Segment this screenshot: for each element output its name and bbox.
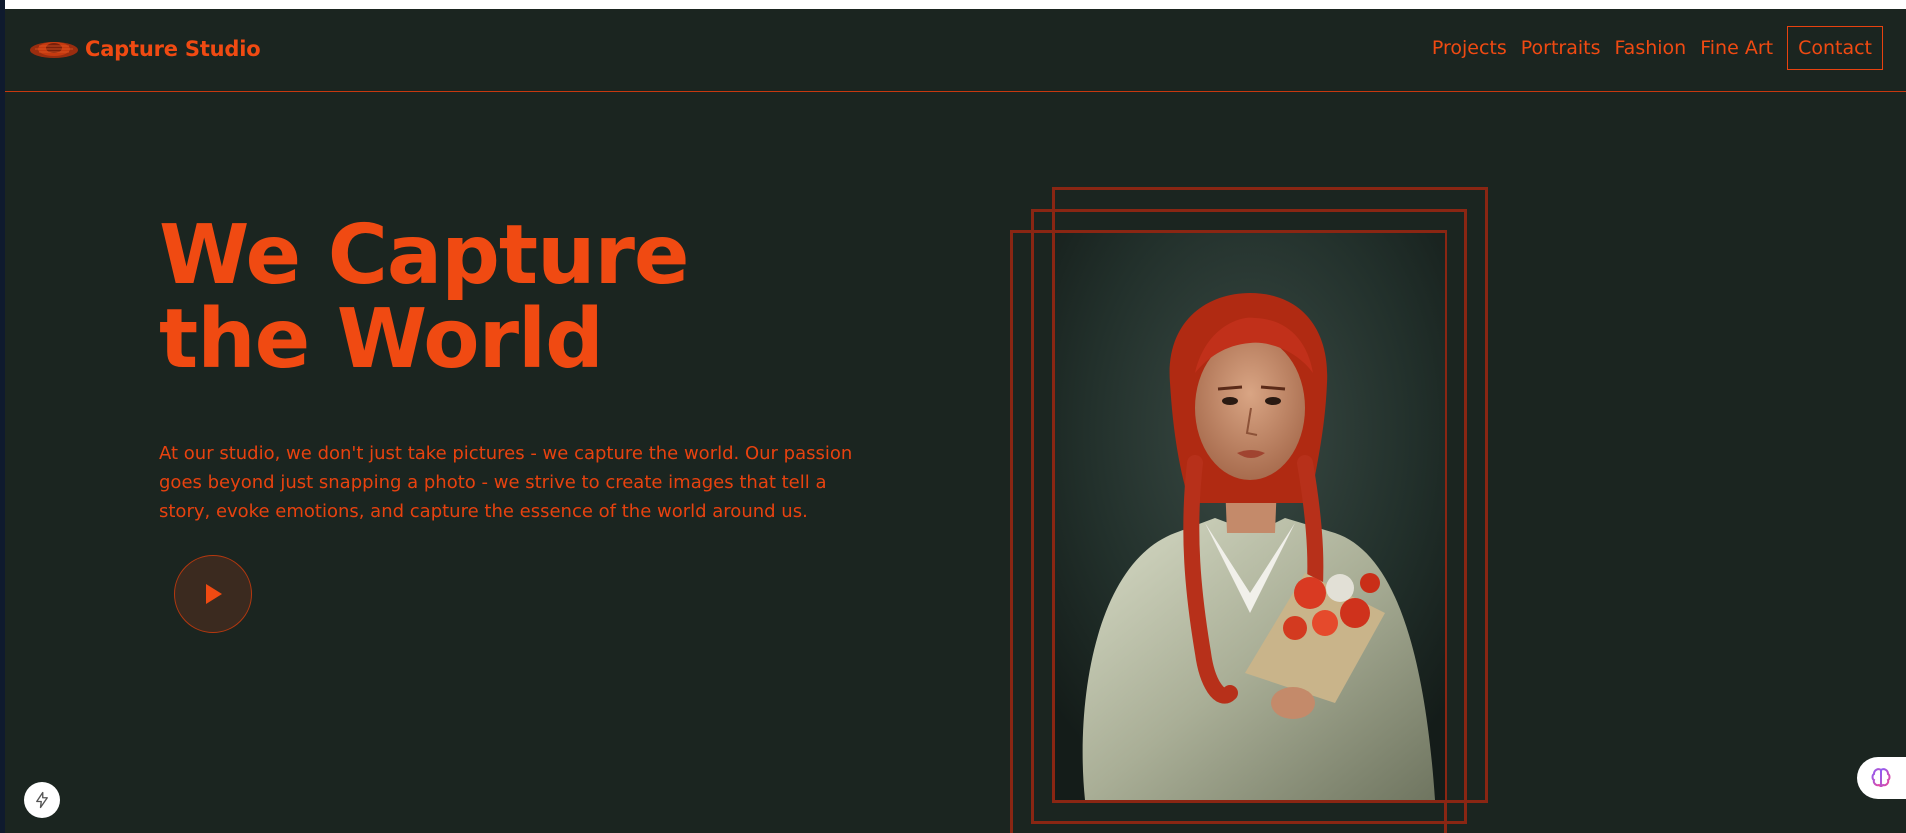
brand-name: Capture Studio: [85, 37, 261, 61]
hero-title: We Capture the World: [159, 208, 690, 387]
site-header: Capture Studio Projects Portraits Fashio…: [5, 9, 1906, 92]
brand-logo[interactable]: Capture Studio: [29, 37, 261, 61]
main-nav: Projects Portraits Fashion Fine Art Cont…: [1432, 26, 1883, 70]
hero-title-line-2: the World: [159, 292, 604, 387]
lightning-bolt-icon: [36, 791, 48, 809]
nav-link-projects[interactable]: Projects: [1432, 37, 1507, 59]
assistant-widget-button[interactable]: [1857, 757, 1906, 799]
brain-icon: [1871, 768, 1891, 788]
nav-link-fine-art[interactable]: Fine Art: [1700, 37, 1773, 59]
quick-action-button[interactable]: [24, 782, 60, 818]
portrait-illustration: [1055, 233, 1445, 800]
hero-title-line-1: We Capture: [159, 208, 690, 303]
landing-page: Capture Studio Projects Portraits Fashio…: [5, 9, 1906, 833]
hero-description: At our studio, we don't just take pictur…: [159, 443, 853, 522]
play-icon: [206, 584, 222, 604]
contact-button[interactable]: Contact: [1787, 26, 1883, 70]
portrait-photo: [1055, 233, 1445, 800]
photo-studio-logo-icon: [30, 42, 78, 58]
play-video-button[interactable]: [174, 555, 252, 633]
nav-link-portraits[interactable]: Portraits: [1521, 37, 1601, 59]
nav-link-fashion[interactable]: Fashion: [1615, 37, 1687, 59]
